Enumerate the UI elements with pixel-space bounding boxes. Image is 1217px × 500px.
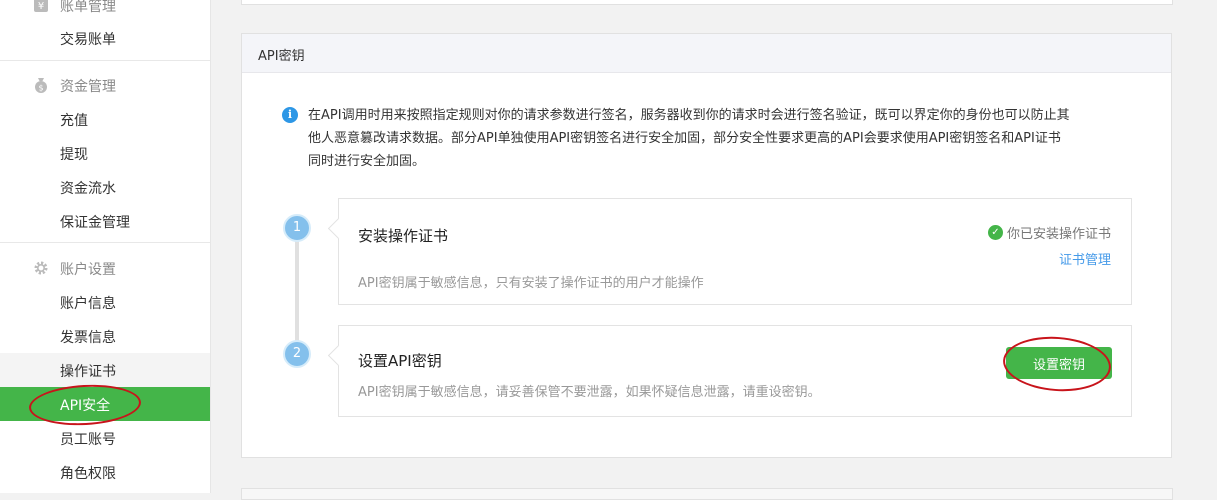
sidebar-item-account-info[interactable]: 账户信息 [0,285,210,319]
step-title: 安装操作证书 [358,227,449,245]
group-label: 账户设置 [60,262,116,278]
next-panel [241,488,1173,500]
previous-panel [241,0,1173,5]
group-bill: ¥ 账单管理 [0,0,210,21]
sidebar-item-api-security[interactable]: API安全 [0,387,210,421]
group-label: 资金管理 [60,79,116,95]
cert-installed-status: ✓ 你已安装操作证书 [987,223,1111,242]
divider [0,242,210,243]
step-number-1: 1 [283,214,311,242]
svg-text:¥: ¥ [38,1,44,12]
group-account-settings: 账户设置 [0,252,210,284]
sidebar-item-role-permissions[interactable]: 角色权限 [0,455,210,489]
panel-title: API密钥 [258,49,305,64]
group-funds: $ 资金管理 [0,69,210,101]
info-icon: i [282,107,298,123]
set-key-button[interactable]: 设置密钥 [1006,347,1112,379]
step-card-install-cert: 安装操作证书 API密钥属于敏感信息，只有安装了操作证书的用户才能操作 ✓ 你已… [338,198,1132,305]
divider [0,60,210,61]
sidebar-item-fund-flow[interactable]: 资金流水 [0,170,210,204]
info-description: 在API调用时用来按照指定规则对你的请求参数进行签名，服务器收到你的请求时会进行… [308,108,1070,169]
step-card-set-api-key: 设置API密钥 API密钥属于敏感信息，请妥善保管不要泄露，如果怀疑信息泄露，请… [338,325,1132,417]
panel-header: API密钥 [242,34,1171,73]
sidebar-item-recharge[interactable]: 充值 [0,102,210,136]
sidebar-item-transaction-bill[interactable]: 交易账单 [0,21,210,55]
sidebar-item-withdraw[interactable]: 提现 [0,136,210,170]
step-description: API密钥属于敏感信息，请妥善保管不要泄露，如果怀疑信息泄露，请重设密钥。 [358,385,821,400]
sidebar-item-operation-cert[interactable]: 操作证书 [0,353,210,387]
svg-text:$: $ [38,84,43,93]
step-title: 设置API密钥 [358,352,442,370]
gear-icon [34,261,48,275]
sidebar-item-deposit[interactable]: 保证金管理 [0,204,210,238]
bill-icon: ¥ [34,0,48,12]
sidebar-item-staff-account[interactable]: 员工账号 [0,421,210,455]
sidebar-item-invoice-info[interactable]: 发票信息 [0,319,210,353]
sidebar: ¥ 账单管理 交易账单 $ 资金管理 充值 提现 资金流水 保证金管理 账户设置… [0,0,211,493]
api-key-panel: API密钥 i 在API调用时用来按照指定规则对你的请求参数进行签名，服务器收到… [241,33,1172,458]
step-number-2: 2 [283,340,311,368]
money-bag-icon: $ [35,78,47,93]
cert-manage-link[interactable]: 证书管理 [1059,249,1111,268]
check-icon: ✓ [987,225,1003,240]
step-description: API密钥属于敏感信息，只有安装了操作证书的用户才能操作 [358,276,704,291]
timeline-line [295,234,299,346]
group-label: 账单管理 [60,0,116,15]
